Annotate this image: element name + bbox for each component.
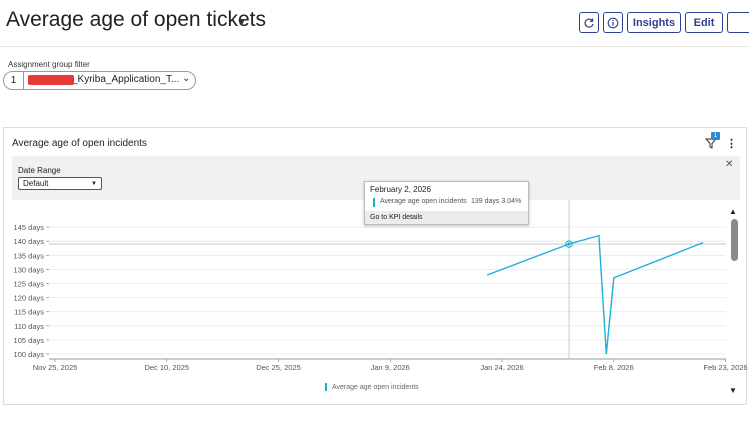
y-tick-label: 140 days [14, 237, 45, 246]
y-axis-ticks: 145 days 140 days 135 days 130 days 125 days… [14, 223, 49, 359]
y-tick-label: 105 days [14, 336, 45, 345]
tooltip-series-name: Average age open incidents [380, 198, 467, 205]
scroll-up-icon[interactable]: ▲ [729, 207, 737, 216]
x-tick-label: Jan 9, 2026 [371, 363, 410, 372]
y-tick-label: 145 days [14, 223, 45, 232]
tooltip-value: 139 days 3.04% [471, 198, 522, 205]
chart-legend[interactable]: Average age open incidents [325, 383, 419, 391]
y-tick-label: 120 days [14, 294, 45, 303]
x-tick-label: Feb 8, 2026 [594, 363, 634, 372]
series-line [486, 234, 704, 355]
scrollbar-thumb[interactable] [731, 219, 738, 261]
y-tick-label: 110 days [14, 322, 44, 331]
tooltip-date: February 2, 2026 [370, 185, 431, 194]
y-tick-label: 100 days [14, 350, 45, 359]
scroll-down-icon[interactable]: ▼ [729, 386, 737, 395]
grid-lines [49, 226, 726, 355]
y-tick-label: 125 days [14, 280, 45, 289]
y-tick-label: 115 days [14, 308, 44, 317]
y-tick-label: 130 days [14, 265, 45, 274]
y-tick-label: 135 days [14, 251, 45, 260]
x-tick-label: Dec 10, 2025 [144, 363, 189, 372]
x-tick-label: Jan 24, 2026 [480, 363, 523, 372]
x-tick-label: Feb 23, 2026 [703, 363, 747, 372]
hover-point [567, 242, 571, 246]
chart-tooltip: February 2, 2026 Average age open incide… [364, 181, 529, 225]
legend-label: Average age open incidents [332, 383, 419, 391]
legend-swatch [325, 383, 327, 391]
go-to-kpi-details-link[interactable]: Go to KPI details [365, 211, 528, 224]
tooltip-series-swatch [373, 198, 375, 207]
x-axis-ticks: Nov 25, 2025 Dec 10, 2025 Dec 25, 2025 Jan … [33, 359, 748, 372]
x-tick-label: Dec 25, 2025 [256, 363, 301, 372]
x-tick-label: Nov 25, 2025 [33, 363, 78, 372]
